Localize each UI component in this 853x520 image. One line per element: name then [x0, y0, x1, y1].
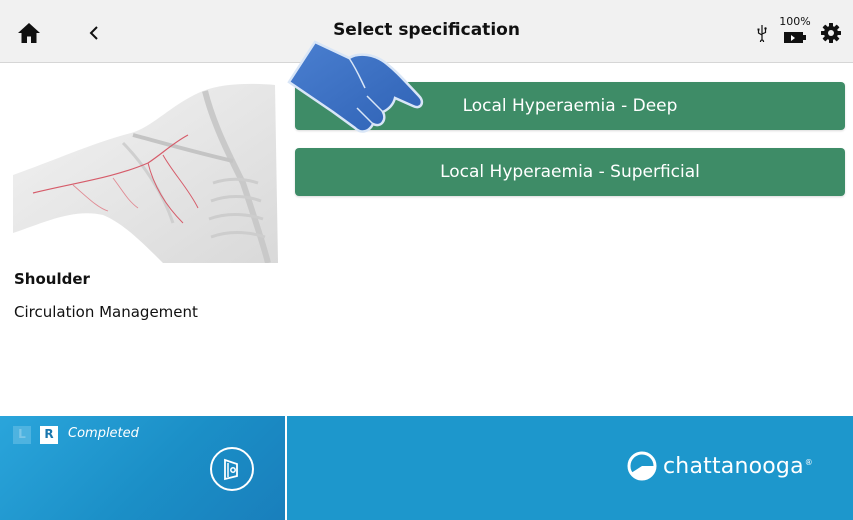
chattanooga-logo-icon: [627, 451, 657, 481]
treatment-head-icon: [210, 447, 254, 491]
treatment-button[interactable]: [209, 446, 255, 492]
body-part-label: Shoulder: [14, 270, 90, 288]
footer-bar: L R Completed chattanooga ®: [0, 416, 853, 520]
gear-icon: [821, 23, 841, 43]
battery-percent: 100%: [779, 15, 811, 28]
page-title: Select specification: [333, 20, 520, 40]
shoulder-anatomy-image: [13, 83, 278, 263]
battery-status: 100%: [778, 15, 812, 49]
brand-name: chattanooga: [663, 453, 804, 479]
spec-button-deep[interactable]: Local Hyperaemia - Deep: [295, 82, 845, 130]
settings-button[interactable]: [820, 22, 842, 44]
brand-registered-mark: ®: [804, 457, 813, 467]
top-bar: Select specification 100%: [0, 0, 853, 63]
side-right-indicator[interactable]: R: [40, 426, 58, 444]
category-label: Circulation Management: [14, 303, 198, 321]
side-left-indicator[interactable]: L: [13, 426, 31, 444]
battery-icon: [784, 32, 806, 43]
brand-logo: chattanooga ®: [627, 450, 813, 482]
spec-button-superficial[interactable]: Local Hyperaemia - Superficial: [295, 148, 845, 196]
spec-button-label: Local Hyperaemia - Superficial: [440, 162, 700, 182]
status-text: Completed: [68, 426, 139, 441]
usb-icon: [757, 25, 767, 42]
treatment-status-panel: L R Completed: [0, 416, 287, 520]
spec-button-label: Local Hyperaemia - Deep: [462, 96, 678, 116]
